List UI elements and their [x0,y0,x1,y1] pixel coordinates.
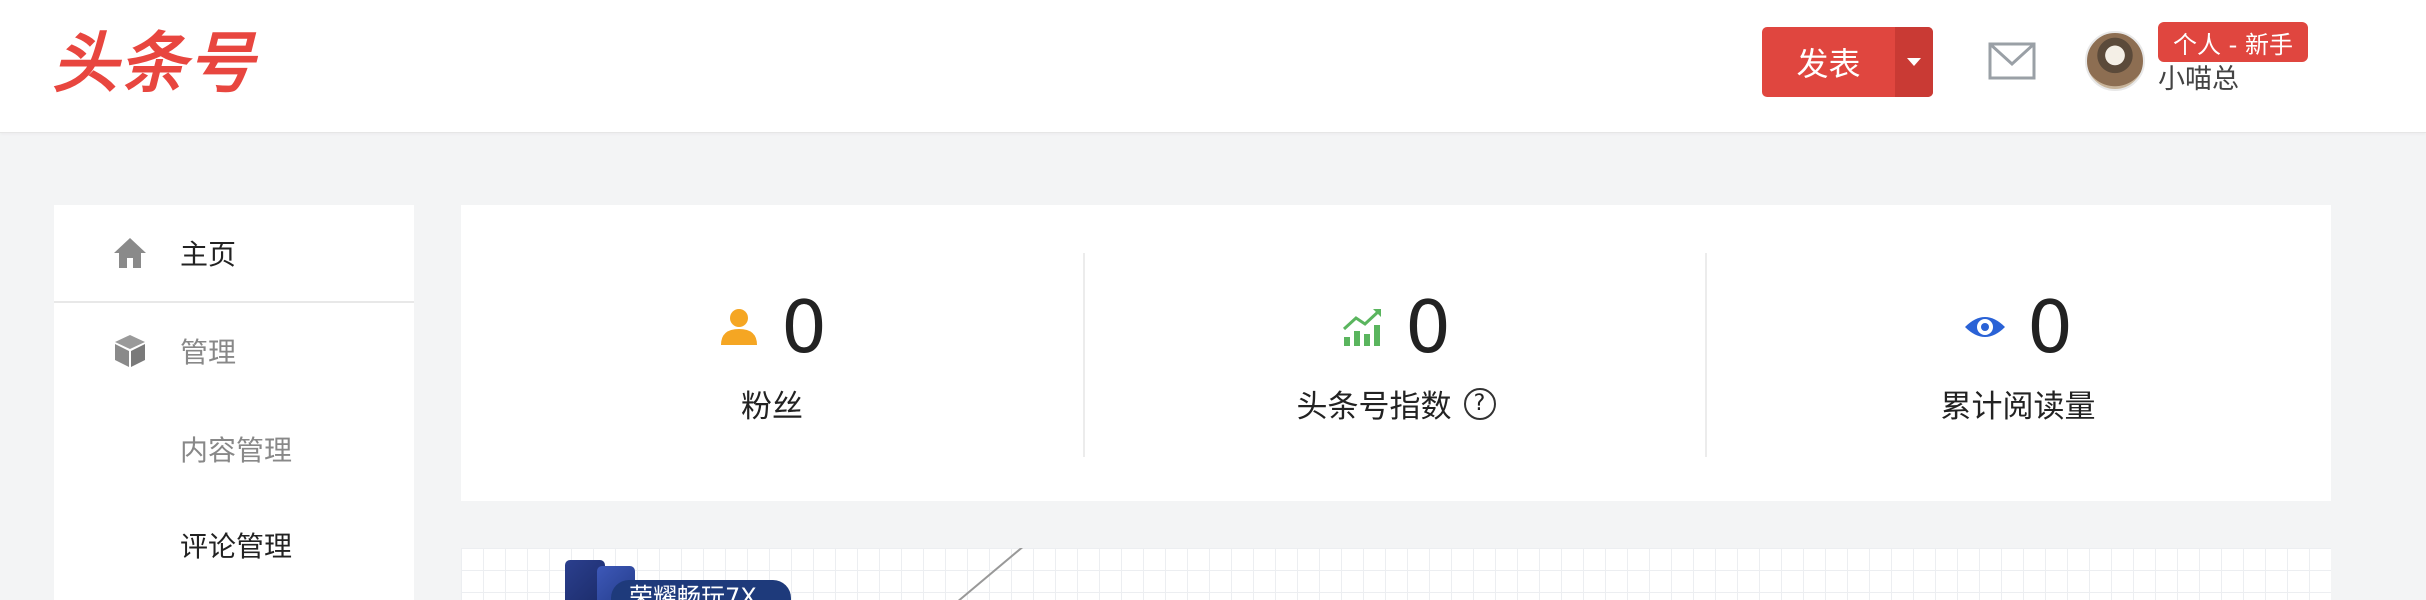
sidebar: 主页 管理 内容管理 评论管理 [54,205,414,600]
stat-label: 粉丝 [461,381,1083,426]
stat-label: 头条号指数 ? [1085,381,1707,426]
stat-fans[interactable]: 0 粉丝 [461,205,1083,501]
decorative-line [948,548,1027,600]
promo-banner[interactable]: 荣耀畅玩7X [461,548,2331,600]
stat-row: 0 [1085,287,1707,367]
stat-reads[interactable]: 0 累计阅读量 [1707,205,2329,501]
sidebar-item-label: 主页 [180,238,237,271]
home-icon [114,238,146,268]
stat-value: 0 [1405,285,1451,369]
account-level-badge: 个人 - 新手 [2158,22,2308,62]
publish-button-group[interactable]: 发表 [1762,27,1933,97]
publish-button[interactable]: 发表 [1762,27,1895,97]
stat-row: 0 [1707,287,2329,367]
sidebar-item-home[interactable]: 主页 [54,205,414,301]
stats-card: 0 粉丝 0 头条号指数 ? 0 累计阅读量 [461,205,2331,501]
stat-index[interactable]: 0 头条号指数 ? [1085,205,1707,501]
user-icon [721,309,758,345]
avatar[interactable] [2085,31,2145,91]
cube-icon [115,335,145,367]
sidebar-subitem-comments[interactable]: 评论管理 [180,525,292,565]
eye-icon [1965,317,2006,337]
publish-dropdown-button[interactable] [1895,27,1933,97]
sidebar-subitem-content[interactable]: 内容管理 [180,429,292,469]
stat-row: 0 [461,287,1083,367]
mail-icon[interactable] [1988,42,2036,80]
site-logo[interactable]: 头条号 [52,24,256,104]
chevron-down-icon [1907,58,1921,66]
stat-label-text: 累计阅读量 [1940,389,2096,425]
username[interactable]: 小喵总 [2158,62,2239,98]
stat-label-text: 粉丝 [741,389,803,425]
stat-label-text: 头条号指数 [1296,389,1452,425]
stat-label: 累计阅读量 [1707,381,2329,426]
stat-value: 0 [781,285,827,369]
banner-tag: 荣耀畅玩7X [611,580,791,600]
stat-value: 0 [2027,285,2073,369]
help-icon[interactable]: ? [1463,387,1496,420]
chart-up-icon [1343,309,1382,346]
sidebar-item-manage[interactable]: 管理 [54,303,414,399]
sidebar-item-label: 管理 [180,336,237,369]
top-header: 头条号 发表 个人 - 新手 小喵总 [0,0,2426,133]
